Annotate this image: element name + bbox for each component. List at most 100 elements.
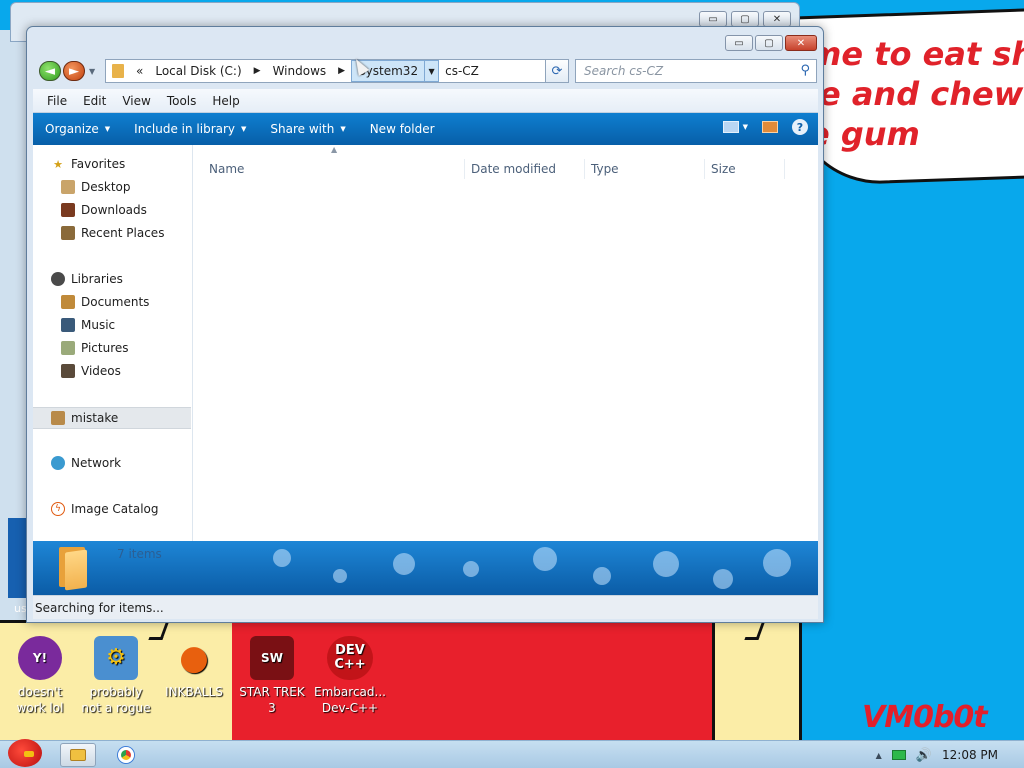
nav-libraries[interactable]: Libraries	[51, 268, 209, 290]
nav-network[interactable]: Network	[51, 452, 209, 474]
dev-cpp-icon: DEV C++	[327, 636, 373, 680]
desktop-icon-label: STAR TREK 3	[239, 685, 305, 715]
decor-bubble	[273, 549, 291, 567]
chevron-down-icon: ▼	[340, 125, 346, 133]
nav-music-label: Music	[81, 318, 116, 332]
menu-file[interactable]: File	[39, 94, 75, 108]
organize-button[interactable]: Organize ▼	[33, 122, 122, 136]
sort-ascending-icon: ▲	[331, 145, 338, 154]
column-header-date-modified[interactable]: Date modified	[465, 159, 585, 179]
chrome-icon	[118, 747, 134, 763]
nav-favorites[interactable]: ★ Favorites	[51, 153, 209, 175]
menu-help[interactable]: Help	[204, 94, 247, 108]
volume-icon[interactable]: 🔊	[916, 748, 932, 763]
bg-maximize-button[interactable]: ▢	[731, 11, 759, 27]
folder-icon	[106, 60, 130, 82]
file-list-pane[interactable]: ▲ Name Date modified Type Size	[193, 145, 818, 541]
search-icon[interactable]: ⚲	[800, 63, 810, 78]
music-icon	[61, 318, 75, 332]
decor-bubble	[763, 549, 791, 577]
breadcrumb-windows[interactable]: Windows	[267, 60, 333, 82]
nav-pictures-label: Pictures	[81, 341, 129, 355]
breadcrumb-separator-icon[interactable]: ▶	[248, 60, 267, 82]
include-in-library-button[interactable]: Include in library ▼	[122, 122, 258, 136]
show-hidden-icons-icon[interactable]: ▲	[876, 751, 882, 760]
forward-button[interactable]: ►	[63, 61, 85, 81]
taskbar-explorer[interactable]	[60, 743, 96, 767]
breadcrumb-local-disk[interactable]: Local Disk (C:)	[149, 60, 247, 82]
clock[interactable]: 12:08 PM	[942, 748, 998, 762]
speech-bubble-text: me to eat shit ie and chew e gum	[808, 35, 1024, 153]
details-pane: 7 items	[33, 541, 818, 595]
inkball-icon: ●	[179, 638, 209, 678]
breadcrumb-cs-cz-label: cs-CZ	[445, 64, 479, 78]
explorer-window[interactable]: ▭ ▢ ✕ ◄ ► ▼ « Local Disk (C:) ▶ Windows …	[26, 26, 824, 623]
command-bar: Organize ▼ Include in library ▼ Share wi…	[33, 113, 818, 145]
close-button[interactable]: ✕	[785, 35, 817, 51]
column-header-type[interactable]: Type	[585, 159, 705, 179]
change-view-button[interactable]: ▼	[722, 121, 748, 133]
recent-pages-dropdown[interactable]: ▼	[89, 67, 95, 76]
nav-image-catalog-label: Image Catalog	[71, 502, 159, 516]
recent-places-icon	[61, 226, 75, 240]
lightning-icon: ϟ	[51, 502, 65, 516]
decor-bubble	[533, 547, 557, 571]
menu-bar: File Edit View Tools Help	[33, 89, 818, 113]
angry-bird-icon	[8, 739, 42, 767]
desktop-icon-yahoo[interactable]: Y! doesn't work lol	[2, 636, 78, 716]
desktop-icon-label: Embarcad... Dev-C++	[314, 685, 386, 715]
organize-label: Organize	[45, 122, 99, 136]
nav-favorites-label: Favorites	[71, 157, 126, 171]
breadcrumb-overflow[interactable]: «	[130, 60, 149, 82]
menu-view[interactable]: View	[114, 94, 158, 108]
chevron-down-icon: ▼	[241, 125, 247, 133]
nav-image-catalog[interactable]: ϟ Image Catalog	[51, 498, 209, 520]
decor-bubble	[593, 567, 611, 585]
help-button[interactable]: ?	[792, 119, 808, 135]
menu-tools[interactable]: Tools	[159, 94, 205, 108]
status-bar: Searching for items...	[33, 595, 818, 619]
folder-icon	[55, 547, 89, 591]
navigation-pane: ★ Favorites Desktop Downloads Recent Pla…	[33, 145, 193, 541]
search-input[interactable]: Search cs-CZ ⚲	[575, 59, 817, 83]
start-button[interactable]	[2, 735, 46, 768]
breadcrumb-separator-icon[interactable]: ▶	[332, 60, 351, 82]
nav-videos-label: Videos	[81, 364, 121, 378]
documents-icon	[61, 295, 75, 309]
nav-mistake-label: mistake	[71, 411, 119, 425]
taskbar-chrome[interactable]	[108, 743, 144, 767]
search-placeholder: Search cs-CZ	[584, 64, 664, 78]
desktop-icon-star-trek[interactable]: SW STAR TREK 3	[234, 636, 310, 716]
decor-bubble	[333, 569, 347, 583]
minimize-button[interactable]: ▭	[725, 35, 753, 51]
share-with-button[interactable]: Share with ▼	[258, 122, 357, 136]
desktop-icon	[61, 180, 75, 194]
nav-libraries-label: Libraries	[71, 272, 123, 286]
nav-mistake[interactable]: mistake	[33, 407, 191, 429]
decor-bubble	[393, 553, 415, 575]
maximize-button[interactable]: ▢	[755, 35, 783, 51]
nav-recent-places-label: Recent Places	[81, 226, 165, 240]
homegroup-icon	[51, 411, 65, 425]
libraries-icon	[51, 272, 65, 286]
include-in-library-label: Include in library	[134, 122, 236, 136]
videos-icon	[61, 364, 75, 378]
column-header-name[interactable]: Name	[203, 159, 465, 179]
address-bar[interactable]: « Local Disk (C:) ▶ Windows ▶ System32 ▼…	[105, 59, 567, 83]
refresh-button[interactable]: ⟳	[545, 59, 569, 83]
network-icon	[51, 456, 65, 470]
bg-close-button[interactable]: ✕	[763, 11, 791, 27]
network-status-icon[interactable]	[891, 750, 906, 760]
menu-edit[interactable]: Edit	[75, 94, 114, 108]
breadcrumb-dropdown-icon[interactable]: ▼	[425, 60, 440, 82]
new-folder-button[interactable]: New folder	[358, 122, 447, 136]
desktop-icon-inkballs[interactable]: ● INKBALLS	[156, 636, 232, 700]
bg-minimize-button[interactable]: ▭	[699, 11, 727, 27]
desktop-icon-rogue[interactable]: ⚙ probably not a rogue	[78, 636, 154, 716]
back-button[interactable]: ◄	[39, 61, 61, 81]
desktop-icon-devcpp[interactable]: DEV C++ Embarcad... Dev-C++	[312, 636, 388, 716]
nav-desktop-label: Desktop	[81, 180, 131, 194]
preview-pane-button[interactable]	[762, 121, 778, 133]
wallpaper-signature: VM0b0t	[862, 700, 988, 735]
column-header-size[interactable]: Size	[705, 159, 785, 179]
